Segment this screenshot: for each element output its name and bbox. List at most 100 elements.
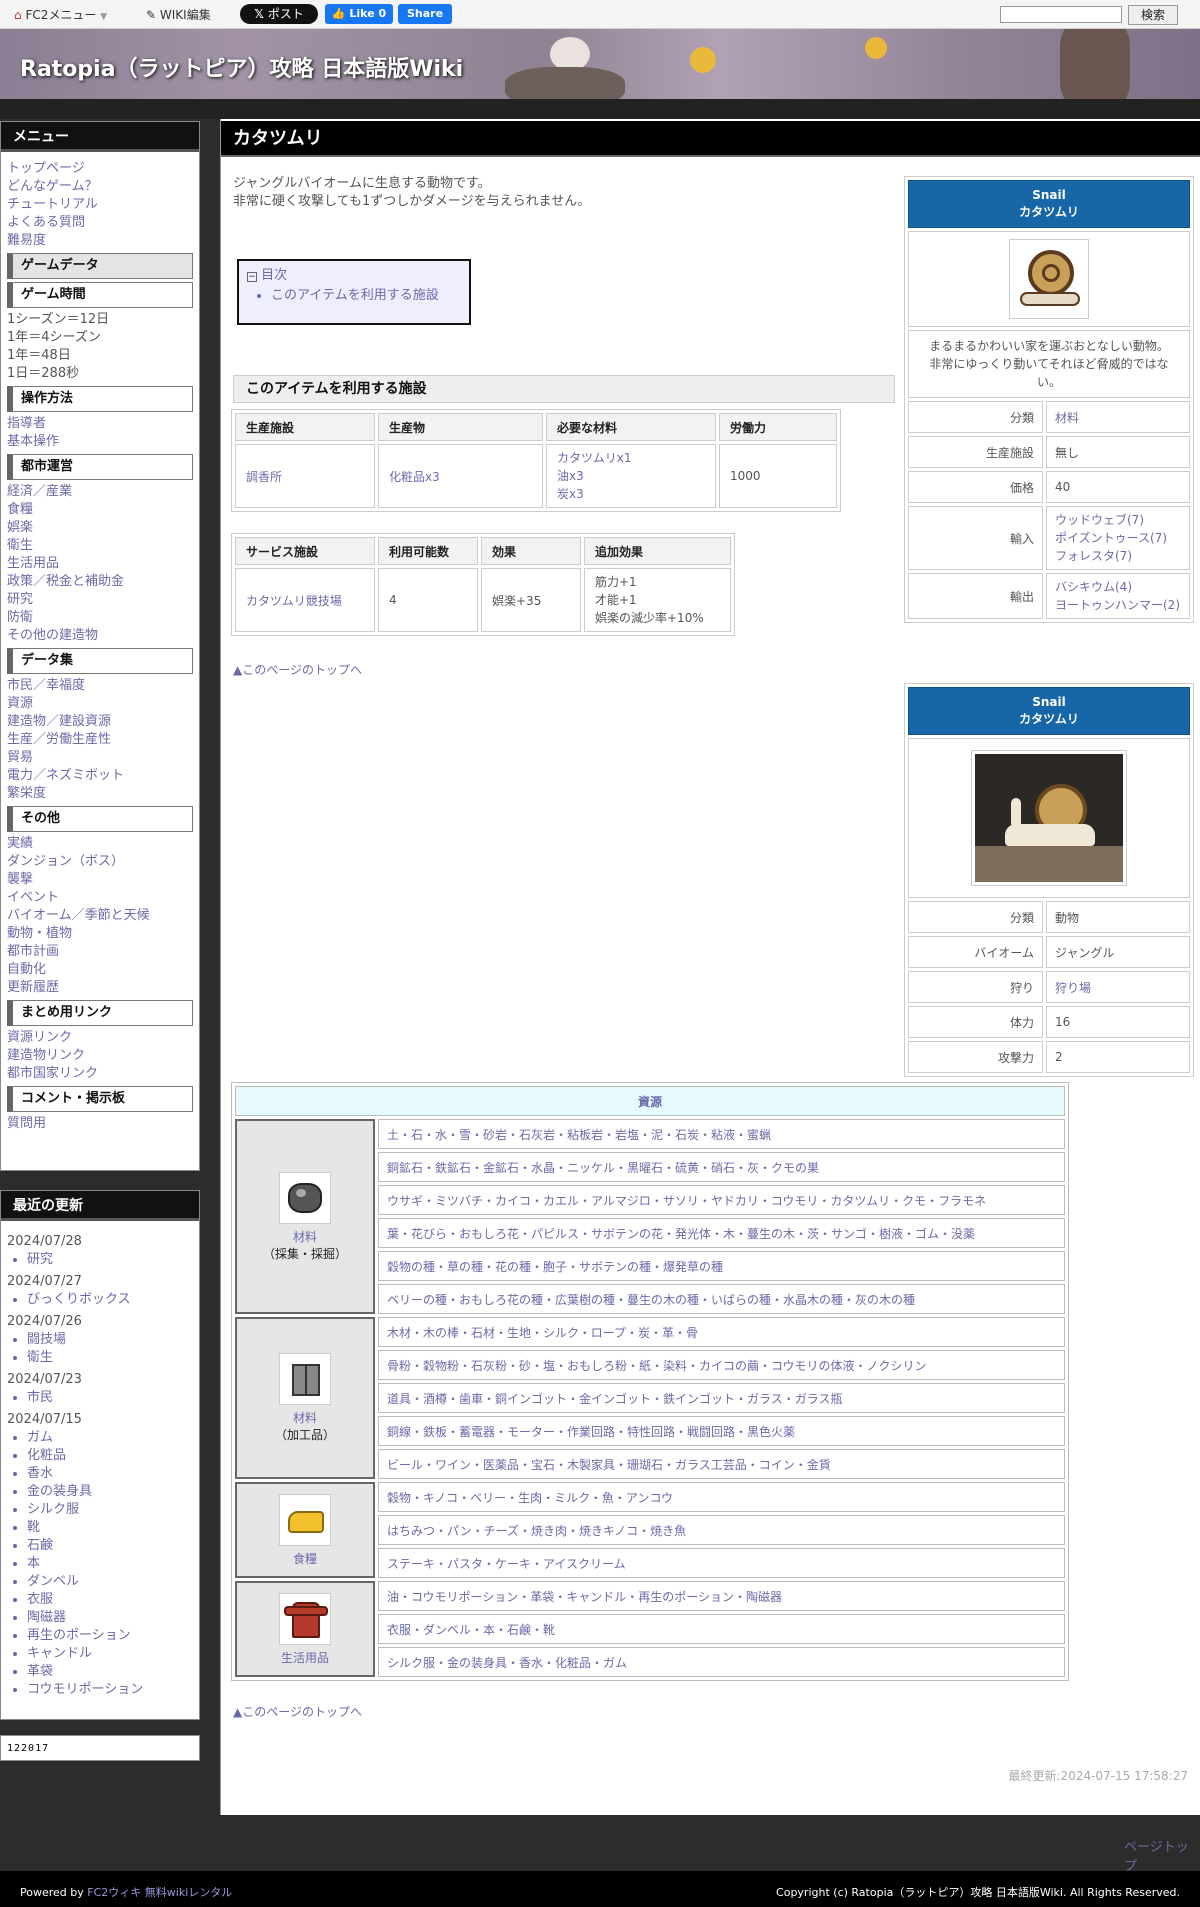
product-link[interactable]: 化粧品x3	[389, 470, 440, 484]
update-link[interactable]: コウモリポーション	[27, 1681, 193, 1699]
resource-row[interactable]: 穀物・キノコ・ベリー・生肉・ミルク・魚・アンコウ	[387, 1491, 673, 1505]
resource-row[interactable]: 衣服・ダンベル・本・石鹸・靴	[387, 1623, 555, 1637]
nav-link[interactable]: 研究	[7, 591, 193, 609]
import-link[interactable]: ポイズントゥース(7)	[1055, 529, 1181, 547]
nav-link[interactable]: 指導者	[7, 415, 193, 433]
nav-link[interactable]: 生活用品	[7, 555, 193, 573]
search-button[interactable]: 検索	[1128, 5, 1178, 25]
nav-link[interactable]: 市民／幸福度	[7, 677, 193, 695]
resource-row[interactable]: ビール・ワイン・医薬品・宝石・木製家具・珊瑚石・ガラス工芸品・コイン・金貨	[387, 1458, 831, 1472]
update-link[interactable]: 金の装身具	[27, 1483, 193, 1501]
x-post-button[interactable]: 𝕏 ポスト	[240, 4, 318, 24]
resource-row[interactable]: ベリーの種・おもしろ花の種・広葉樹の種・蔓生の木の種・いばらの種・水晶木の種・灰…	[387, 1293, 915, 1307]
facebook-like-button[interactable]: 👍 Like 0	[325, 4, 393, 24]
update-link[interactable]: 香水	[27, 1465, 193, 1483]
info-value-link[interactable]: 狩り場	[1055, 981, 1091, 995]
to-top-link[interactable]: ▲このページのトップへ	[233, 1703, 362, 1720]
nav-link[interactable]: 繁栄度	[7, 785, 193, 803]
update-link[interactable]: 靴	[27, 1519, 193, 1537]
facility-link[interactable]: カタツムリ競技場	[246, 594, 342, 608]
resource-row[interactable]: 銅鉱石・鉄鉱石・金鉱石・水晶・ニッケル・黒曜石・硫黄・硝石・灰・クモの巣	[387, 1161, 819, 1175]
nav-link[interactable]: どんなゲーム？	[7, 178, 193, 196]
resource-row[interactable]: 道具・酒樽・歯車・銅インゴット・金インゴット・鉄インゴット・ガラス・ガラス瓶	[387, 1392, 843, 1406]
nav-link[interactable]: 衛生	[7, 537, 193, 555]
nav-link[interactable]: チュートリアル	[7, 196, 193, 214]
update-link[interactable]: 闘技場	[27, 1331, 193, 1349]
update-link[interactable]: 陶磁器	[27, 1609, 193, 1627]
material-link[interactable]: 油x3	[557, 467, 705, 485]
import-link[interactable]: フォレスタ(7)	[1055, 547, 1181, 565]
site-title[interactable]: Ratopia（ラットピア）攻略 日本語版Wiki	[20, 51, 463, 83]
resource-row[interactable]: 油・コウモリポーション・革袋・キャンドル・再生のポーション・陶磁器	[387, 1590, 782, 1604]
material-link[interactable]: 炭x3	[557, 485, 705, 503]
resource-row[interactable]: はちみつ・パン・チーズ・焼き肉・焼きキノコ・焼き魚	[387, 1524, 686, 1538]
nav-link[interactable]: 貿易	[7, 749, 193, 767]
update-link[interactable]: 市民	[27, 1389, 193, 1407]
nav-link[interactable]: よくある質問	[7, 214, 193, 232]
import-link[interactable]: ウッドウェブ(7)	[1055, 511, 1181, 529]
fc2wiki-link[interactable]: FC2ウィキ	[87, 1886, 141, 1899]
nav-link[interactable]: 基本操作	[7, 433, 193, 451]
nav-link[interactable]: 娯楽	[7, 519, 193, 537]
update-link[interactable]: 再生のポーション	[27, 1627, 193, 1645]
nav-link[interactable]: 資源	[7, 695, 193, 713]
update-link[interactable]: 本	[27, 1555, 193, 1573]
toc-link[interactable]: このアイテムを利用する施設	[271, 287, 461, 305]
collapse-icon[interactable]: −	[247, 272, 257, 282]
resource-row[interactable]: 骨粉・穀物粉・石灰粉・砂・塩・おもしろ粉・紙・染料・カイコの繭・コウモリの体液・…	[387, 1359, 927, 1373]
nav-link[interactable]: 動物・植物	[7, 925, 193, 943]
category-link[interactable]: 材料	[245, 1409, 365, 1426]
search-input[interactable]	[1000, 6, 1122, 23]
resource-row[interactable]: 木材・木の棒・石材・生地・シルク・ロープ・炭・革・骨	[387, 1326, 698, 1340]
resource-row[interactable]: 銅線・鉄板・蓄電器・モーター・作業回路・特性回路・戦闘回路・黒色火薬	[387, 1425, 795, 1439]
wiki-edit-link[interactable]: ✎ WIKI編集	[146, 6, 211, 23]
nav-link[interactable]: 経済／産業	[7, 483, 193, 501]
update-link[interactable]: キャンドル	[27, 1645, 193, 1663]
nav-link[interactable]: 襲撃	[7, 871, 193, 889]
to-top-link[interactable]: ▲このページのトップへ	[233, 661, 362, 678]
fc2-menu[interactable]: ⌂ FC2メニュー ▼	[14, 6, 107, 23]
nav-link[interactable]: 生産／労働生産性	[7, 731, 193, 749]
resource-row[interactable]: ウサギ・ミツバチ・カイコ・カエル・アルマジロ・サソリ・ヤドカリ・コウモリ・カタツ…	[387, 1194, 986, 1208]
nav-link[interactable]: 建造物／建設資源	[7, 713, 193, 731]
info-value-link[interactable]: 材料	[1055, 411, 1079, 425]
update-link[interactable]: ガム	[27, 1429, 193, 1447]
nav-link[interactable]: 都市計画	[7, 943, 193, 961]
nav-link[interactable]: トップページ	[7, 160, 193, 178]
rental-link[interactable]: 無料wikiレンタル	[145, 1886, 232, 1899]
category-link[interactable]: 生活用品	[245, 1649, 365, 1666]
category-link[interactable]: 食糧	[245, 1550, 365, 1567]
nav-link[interactable]: 資源リンク	[7, 1029, 193, 1047]
update-link[interactable]: 衣服	[27, 1591, 193, 1609]
resource-row[interactable]: ステーキ・パスタ・ケーキ・アイスクリーム	[387, 1557, 626, 1571]
update-link[interactable]: 革袋	[27, 1663, 193, 1681]
update-link[interactable]: 化粧品	[27, 1447, 193, 1465]
page-top-link[interactable]: ページトップ	[1124, 1836, 1200, 1874]
facility-link[interactable]: 調香所	[246, 470, 282, 484]
update-link[interactable]: シルク服	[27, 1501, 193, 1519]
update-link[interactable]: 研究	[27, 1251, 193, 1269]
nav-link[interactable]: 政策／税金と補助金	[7, 573, 193, 591]
update-link[interactable]: 衛生	[27, 1349, 193, 1367]
facebook-share-button[interactable]: Share	[398, 4, 452, 24]
nav-link[interactable]: 都市国家リンク	[7, 1065, 193, 1083]
nav-link[interactable]: 食糧	[7, 501, 193, 519]
category-link[interactable]: 材料	[245, 1228, 365, 1245]
nav-link[interactable]: イベント	[7, 889, 193, 907]
resource-row[interactable]: 穀物の種・草の種・花の種・胞子・サボテンの種・爆発草の種	[387, 1260, 723, 1274]
nav-link[interactable]: 質問用	[7, 1115, 193, 1133]
export-link[interactable]: ヨートゥンハンマー(2)	[1055, 596, 1181, 614]
material-link[interactable]: カタツムリx1	[557, 449, 705, 467]
resource-row[interactable]: シルク服・金の装身具・香水・化粧品・ガム	[387, 1656, 627, 1670]
nav-link[interactable]: バイオーム／季節と天候	[7, 907, 193, 925]
export-link[interactable]: バシキウム(4)	[1055, 578, 1181, 596]
resource-nav-title[interactable]: 資源	[235, 1086, 1065, 1116]
update-link[interactable]: びっくりボックス	[27, 1291, 193, 1309]
nav-link[interactable]: 防衛	[7, 609, 193, 627]
nav-link[interactable]: 自動化	[7, 961, 193, 979]
resource-row[interactable]: 土・石・水・雪・砂岩・石灰岩・粘板岩・岩塩・泥・石炭・粘液・蜜蝋	[387, 1128, 771, 1142]
nav-link[interactable]: 実績	[7, 835, 193, 853]
nav-link[interactable]: 更新履歴	[7, 979, 193, 997]
resource-row[interactable]: 葉・花びら・おもしろ花・パピルス・サボテンの花・発光体・木・蔓生の木・茨・サンゴ…	[387, 1227, 975, 1241]
update-link[interactable]: 石鹸	[27, 1537, 193, 1555]
